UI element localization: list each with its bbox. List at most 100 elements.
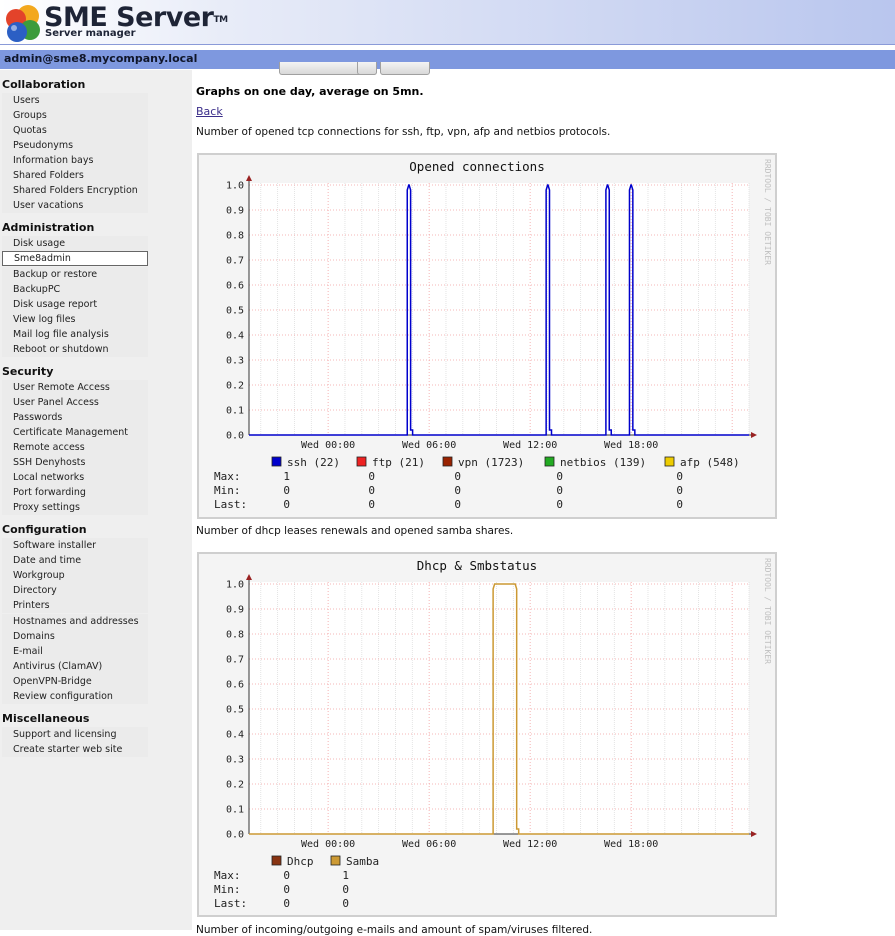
stat-value-afp: 0 xyxy=(676,498,683,511)
stat-value-samba: 0 xyxy=(342,897,349,910)
x-tick-label: Wed 06:00 xyxy=(402,839,456,850)
graph3-description: Number of incoming/outgoing e-mails and … xyxy=(196,924,593,936)
x-tick-label: Wed 06:00 xyxy=(402,440,456,451)
sidebar-item-disk-usage[interactable]: Disk usage xyxy=(2,236,148,252)
sidebar-item-mail-log-file-analysis[interactable]: Mail log file analysis xyxy=(2,326,148,342)
chart-title: Opened connections xyxy=(409,159,544,174)
nav-section-miscellaneous: Miscellaneous xyxy=(2,711,90,725)
sidebar-item-view-log-files[interactable]: View log files xyxy=(2,311,148,327)
x-axis-arrow xyxy=(751,831,757,837)
current-user: admin@sme8.mycompany.local xyxy=(4,52,198,65)
sidebar-item-backuppc[interactable]: BackupPC xyxy=(2,281,148,297)
sidebar-item-information-bays[interactable]: Information bays xyxy=(2,153,148,169)
top-button[interactable] xyxy=(380,62,430,75)
sidebar-item-remote-access[interactable]: Remote access xyxy=(2,440,148,455)
sidebar-item-user-vacations[interactable]: User vacations xyxy=(2,198,148,214)
nav-section-collaboration: Collaboration xyxy=(2,78,86,91)
sidebar-item-proxy-settings[interactable]: Proxy settings xyxy=(2,500,148,516)
stats-row-label: Max: xyxy=(214,470,241,483)
sidebar-item-local-networks[interactable]: Local networks xyxy=(2,470,148,486)
stat-value-ssh: 0 xyxy=(283,484,290,497)
sidebar-item-certificate-management[interactable]: Certificate Management xyxy=(2,424,148,440)
stat-value-ssh: 0 xyxy=(283,498,290,511)
sidebar-item-hostnames-and-addresses[interactable]: Hostnames and addresses xyxy=(2,613,148,629)
main-content: Graphs on one day, average on 5mn. Back … xyxy=(196,62,895,936)
sidebar-item-e-mail[interactable]: E-mail xyxy=(2,643,148,659)
y-tick-label: 0.3 xyxy=(226,356,244,367)
y-tick-label: 0.7 xyxy=(226,655,244,666)
dhcp-smbstatus-svg: 1.0 0.9 0.8 0.7 0.6 0.5 0.4 0.3 0.2 0.1 0.0 Wed 00:… xyxy=(214,558,772,910)
sidebar-item-openvpn-bridge[interactable]: OpenVPN-Bridge xyxy=(2,673,148,689)
rrdtool-credit: RRDTOOL / TOBI OETIKER xyxy=(763,159,772,265)
stat-value-ftp: 0 xyxy=(368,470,375,483)
sidebar-item-reboot-or-shutdown[interactable]: Reboot or shutdown xyxy=(2,341,148,357)
sidebar-item-workgroup[interactable]: Workgroup xyxy=(2,568,148,584)
sidebar-nav: Collaboration Users Groups Quotas Pseudonyms… xyxy=(0,70,192,930)
legend-label-ssh: ssh (22) xyxy=(287,456,340,469)
stat-value-ftp: 0 xyxy=(368,498,375,511)
stat-value-dhcp: 0 xyxy=(283,869,290,882)
graph2-description: Number of dhcp leases renewals and opene… xyxy=(196,525,514,537)
sidebar-item-pseudonyms[interactable]: Pseudonyms xyxy=(2,138,148,154)
sidebar-item-groups[interactable]: Groups xyxy=(2,108,148,124)
plot-area xyxy=(249,183,749,435)
x-tick-label: Wed 00:00 xyxy=(301,839,355,850)
legend-label-afp: afp (548) xyxy=(680,456,740,469)
sidebar-item-user-remote-access[interactable]: User Remote Access xyxy=(2,379,148,395)
sidebar-item-shared-folders-encryption[interactable]: Shared Folders Encryption xyxy=(2,183,148,199)
opened-connections-graph: 1.0 0.9 0.8 0.7 0.6 0.5 0.4 0.3 0.2 0.1 0.0 Wed 00:… xyxy=(197,153,777,519)
legend-label-vpn: vpn (1723) xyxy=(458,456,524,469)
y-tick-label: 0.5 xyxy=(226,705,244,716)
nav-section-security: Security xyxy=(2,364,54,378)
x-tick-label: Wed 12:00 xyxy=(503,839,557,850)
y-tick-label: 0.9 xyxy=(226,206,244,217)
sidebar-item-review-configuration[interactable]: Review configuration xyxy=(2,688,148,704)
legend-swatch-ftp xyxy=(356,456,367,467)
sidebar-item-backup-or-restore[interactable]: Backup or restore xyxy=(2,266,148,282)
stat-value-netbios: 0 xyxy=(556,470,563,483)
back-link[interactable]: Back xyxy=(196,105,223,118)
x-tick-label: Wed 18:00 xyxy=(604,440,658,451)
stats-row-label: Last: xyxy=(214,498,247,511)
legend-swatch-netbios xyxy=(544,456,555,467)
sidebar-item-support-and-licensing[interactable]: Support and licensing xyxy=(2,726,148,742)
sidebar-item-printers[interactable]: Printers xyxy=(2,598,148,614)
legend-label-dhcp: Dhcp xyxy=(287,855,314,868)
nav-section-administration: Administration xyxy=(2,221,95,235)
sidebar-item-create-starter-web-site[interactable]: Create starter web site xyxy=(2,741,148,757)
stat-value-samba: 0 xyxy=(342,883,349,896)
sidebar-item-passwords[interactable]: Passwords xyxy=(2,409,148,425)
legend-label-netbios: netbios (139) xyxy=(560,456,646,469)
stat-value-dhcp: 0 xyxy=(283,883,290,896)
sidebar-item-directory[interactable]: Directory xyxy=(2,583,148,599)
y-tick-label: 0.3 xyxy=(226,755,244,766)
y-tick-label: 0.0 xyxy=(226,431,244,442)
sidebar-item-quotas[interactable]: Quotas xyxy=(2,123,148,139)
y-tick-label: 0.5 xyxy=(226,306,244,317)
y-tick-label: 0.1 xyxy=(226,406,244,417)
sidebar-item-users[interactable]: Users xyxy=(2,93,148,108)
chart-title: Dhcp & Smbstatus xyxy=(417,558,537,573)
sidebar-item-disk-usage-report[interactable]: Disk usage report xyxy=(2,296,148,312)
sidebar-item-sme8admin[interactable]: Sme8admin xyxy=(2,251,148,267)
top-select-arrow[interactable] xyxy=(357,62,377,75)
y-tick-label: 0.4 xyxy=(226,331,244,342)
opened-connections-svg: 1.0 0.9 0.8 0.7 0.6 0.5 0.4 0.3 0.2 0.1 0.0 Wed 00:… xyxy=(214,159,772,511)
sidebar-item-user-panel-access[interactable]: User Panel Access xyxy=(2,394,148,410)
sidebar-item-shared-folders[interactable]: Shared Folders xyxy=(2,168,148,184)
x-tick-label: Wed 12:00 xyxy=(503,440,557,451)
sidebar-item-date-and-time[interactable]: Date and time xyxy=(2,553,148,569)
y-tick-label: 0.2 xyxy=(226,780,244,791)
sidebar-item-domains[interactable]: Domains xyxy=(2,628,148,644)
stats-row-label: Max: xyxy=(214,869,241,882)
sidebar-item-antivirus-clamav[interactable]: Antivirus (ClamAV) xyxy=(2,658,148,674)
sidebar-item-ssh-denyhosts[interactable]: SSH Denyhosts xyxy=(2,455,148,471)
stat-value-dhcp: 0 xyxy=(283,897,290,910)
y-tick-label: 0.4 xyxy=(226,730,244,741)
stat-value-vpn: 0 xyxy=(454,498,461,511)
legend-swatch-ssh xyxy=(271,456,282,467)
y-tick-label: 0.8 xyxy=(226,630,244,641)
y-tick-label: 0.7 xyxy=(226,256,244,267)
sidebar-item-software-installer[interactable]: Software installer xyxy=(2,538,148,554)
sidebar-item-port-forwarding[interactable]: Port forwarding xyxy=(2,485,148,501)
